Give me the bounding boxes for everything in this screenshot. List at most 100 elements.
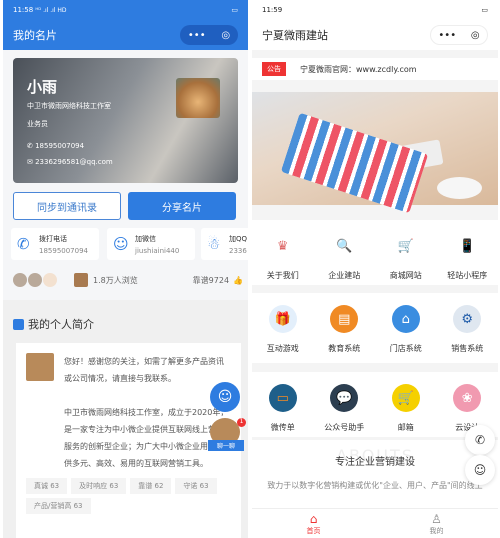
qq-icon: ☃ xyxy=(207,235,221,253)
website-screen: 11:59 ▭ 宁夏微雨建站 ••• ◎ 公告 宁夏微雨官网：www.zcdly.co… xyxy=(252,0,498,538)
feature-grid-row: ▭ 微传单 💬 公众号助手 🛒 邮箱 ❀ 云设计 xyxy=(252,372,498,437)
visitor-avatar xyxy=(28,273,42,287)
phone-text: 18595007094 xyxy=(35,142,85,150)
nav-home[interactable]: ⌂ 首页 xyxy=(252,509,375,538)
tag[interactable]: 及时响应 63 xyxy=(71,478,127,494)
chat-float-button[interactable]: 聊一聊 1 xyxy=(208,418,246,452)
stats-row: 1.8万人浏览 靠谱9724 👍 xyxy=(13,273,243,287)
contact-label: 加QQ xyxy=(229,234,248,243)
feature-label: 公众号助手 xyxy=(324,423,365,432)
contact-value: 2336 xyxy=(229,246,247,255)
notice-tag: 公告 xyxy=(262,62,286,76)
feature-item[interactable]: ▤ 教育系统 xyxy=(314,305,376,363)
feature-label: 商城网站 xyxy=(389,271,422,280)
card-email: ✉ 2336296581@qq.com xyxy=(27,158,113,166)
unread-badge: 1 xyxy=(237,418,246,427)
status-time: 11:59 xyxy=(262,6,283,14)
nav-label: 首页 xyxy=(306,527,321,535)
contact-value: 18595007094 xyxy=(39,246,88,255)
monitor-icon: ▭ xyxy=(268,384,297,412)
cart-icon: 🛒 xyxy=(391,232,420,260)
tag[interactable]: 守诺 63 xyxy=(175,478,217,494)
nav-mine[interactable]: ♙ 我的 xyxy=(375,509,498,538)
user-icon: ♙ xyxy=(431,512,442,526)
status-bar: 11:58 ᴴᴰ .ıl .ıl HD ▭ xyxy=(3,0,248,20)
status-bar: 11:59 ▭ xyxy=(252,0,498,20)
feature-label: 销售系统 xyxy=(451,344,484,353)
feature-label: 企业建站 xyxy=(328,271,361,280)
mail-cart-icon: 🛒 xyxy=(391,384,420,412)
qq-contact[interactable]: ☃ 加QQ 2336 xyxy=(201,228,248,260)
mouse-image xyxy=(437,177,482,199)
battery-icon: ▭ xyxy=(481,6,488,14)
feature-item[interactable]: 🎁 互动游戏 xyxy=(252,305,314,363)
sync-contacts-button[interactable]: 同步到通讯录 xyxy=(13,192,121,220)
user-float-button[interactable]: ☺ xyxy=(210,382,240,412)
notice-text: 宁夏微雨官网：www.zcdly.com xyxy=(300,64,417,74)
header: 11:59 ▭ 宁夏微雨建站 ••• ◎ xyxy=(252,0,498,50)
tag[interactable]: 产品/营销高 63 xyxy=(26,498,91,514)
feature-item[interactable]: ⚙ 销售系统 xyxy=(437,305,499,363)
call-contact[interactable]: ✆ 拨打电话 18595007094 xyxy=(11,228,99,260)
feature-item[interactable]: ⌂ 门店系统 xyxy=(375,305,437,363)
more-button[interactable]: ••• xyxy=(188,30,206,41)
wechat-icon: ☺ xyxy=(473,463,487,477)
avatar xyxy=(176,78,220,118)
email-text: 2336296581@qq.com xyxy=(35,158,113,166)
banner-carousel[interactable] xyxy=(252,92,498,214)
views-count: 1.8万人浏览 xyxy=(93,275,138,285)
card-role: 业务员 xyxy=(27,120,48,128)
nav-label: 我的 xyxy=(429,527,444,535)
views-avatar xyxy=(74,273,88,287)
document-search-icon: 🔍 xyxy=(330,232,359,260)
tag[interactable]: 真诚 63 xyxy=(26,478,68,494)
business-card-screen: 11:58 ᴴᴰ .ıl .ıl HD ▭ 我的名片 ••• ◎ 小雨 中卫市微雨网… xyxy=(3,0,248,538)
page-title: 我的名片 xyxy=(13,29,57,42)
feature-item[interactable]: 🛒 邮箱 xyxy=(375,384,437,437)
wechat-icon: ☺ xyxy=(113,235,129,253)
about-heading: 专注企业营销建设 xyxy=(335,457,415,468)
wechat-float-button[interactable]: ☺ xyxy=(465,455,495,485)
feature-item[interactable]: ▭ 微传单 xyxy=(252,384,314,437)
visitor-avatar xyxy=(13,273,27,287)
home-icon: ⌂ xyxy=(309,512,318,526)
feature-item[interactable]: 💬 公众号助手 xyxy=(314,384,376,437)
intro-company: 中卫市微雨网络科技工作室，成立于2020年，是一家专注为中小微企业提供互联网线上… xyxy=(64,408,229,468)
wechat-contact[interactable]: ☺ 加微信 jiushiaini440 xyxy=(107,228,195,260)
bottom-nav: ⌂ 首页 ♙ 我的 xyxy=(252,508,498,538)
tag[interactable]: 靠谱 62 xyxy=(130,478,172,494)
feature-label: 门店系统 xyxy=(389,344,422,353)
mobile-chat-icon: 📱 xyxy=(453,232,482,260)
phone-icon: ✆ xyxy=(17,235,30,253)
more-button[interactable]: ••• xyxy=(438,30,456,41)
notice-bar[interactable]: 公告 宁夏微雨官网：www.zcdly.com xyxy=(252,58,498,80)
likes-count: 靠谱9724 xyxy=(192,275,230,285)
feature-label: 微传单 xyxy=(270,423,295,432)
gift-icon: 🎁 xyxy=(268,305,297,333)
education-icon: ▤ xyxy=(330,305,359,333)
feature-item[interactable]: 🛒 商城网站 xyxy=(375,232,437,285)
section-title: 我的个人简介 xyxy=(28,318,94,331)
flower-icon: ❀ xyxy=(453,384,482,412)
profile-icon xyxy=(13,318,24,330)
share-card-button[interactable]: 分享名片 xyxy=(128,192,236,220)
status-left: 11:58 ᴴᴰ .ıl .ıl HD xyxy=(13,6,67,14)
feature-label: 互动游戏 xyxy=(266,344,299,353)
feature-item[interactable]: 🔍 企业建站 xyxy=(314,232,376,285)
store-icon: ⌂ xyxy=(391,305,420,333)
battery-icon: ▭ xyxy=(231,6,238,14)
feature-grid-row: ♛ 关于我们 🔍 企业建站 🛒 商城网站 📱 轻站小程序 xyxy=(252,220,498,285)
feature-grid-row: 🎁 互动游戏 ▤ 教育系统 ⌂ 门店系统 ⚙ 销售系统 xyxy=(252,293,498,363)
call-float-button[interactable]: ✆ xyxy=(465,425,495,455)
feature-label: 轻站小程序 xyxy=(447,271,488,280)
user-icon: ☺ xyxy=(217,389,233,405)
feature-item[interactable]: ♛ 关于我们 xyxy=(252,232,314,285)
feature-label: 教育系统 xyxy=(328,344,361,353)
thumbs-up-icon[interactable]: 👍 xyxy=(233,276,243,285)
close-button[interactable]: ◎ xyxy=(471,30,480,41)
contact-label: 加微信 xyxy=(135,234,156,243)
intro-greeting: 您好！感谢您的关注，如需了解更多产品资讯或公司情况，请直接与我联系。 xyxy=(64,357,224,383)
feature-item[interactable]: 📱 轻站小程序 xyxy=(437,232,499,285)
card-phone: ✆ 18595007094 xyxy=(27,142,85,150)
close-button[interactable]: ◎ xyxy=(221,30,230,41)
